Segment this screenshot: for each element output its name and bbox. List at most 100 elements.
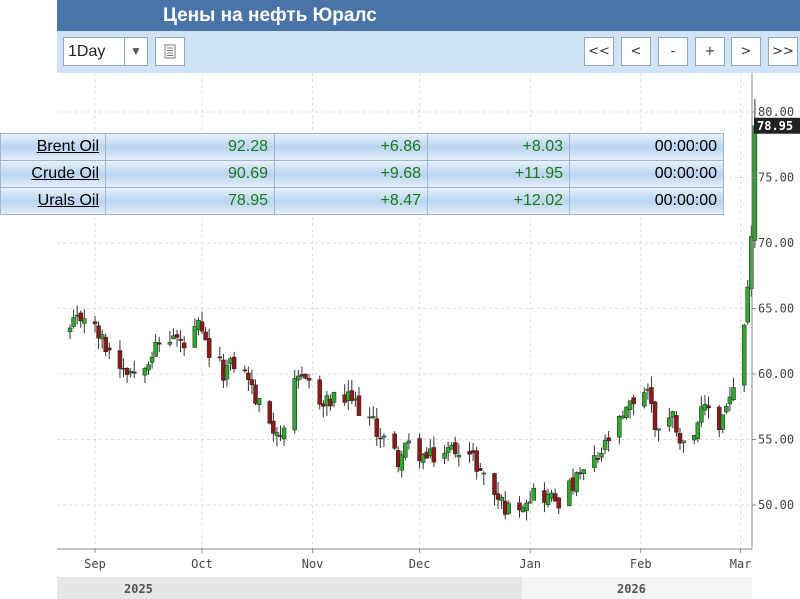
candle-up	[442, 452, 447, 459]
candle-down	[181, 342, 187, 349]
table-icon	[164, 44, 176, 59]
quote-change-pct: +12.02	[427, 187, 570, 215]
candle-down	[374, 418, 380, 437]
candle-up	[331, 391, 337, 403]
quote-price: 78.95	[105, 187, 275, 215]
quote-link-crude[interactable]: Crude Oil	[31, 165, 99, 182]
x-tick-label: Oct	[191, 557, 213, 571]
candle-up	[574, 472, 579, 493]
candle-down	[652, 401, 658, 431]
candle-up	[146, 364, 151, 371]
data-table-button[interactable]	[155, 37, 185, 66]
candle-down	[492, 473, 497, 495]
candle-down	[92, 321, 98, 325]
y-tick-label: 65.00	[758, 302, 794, 316]
candle-up	[731, 387, 736, 401]
candle-up	[667, 417, 672, 427]
candle-up	[167, 341, 173, 345]
scroll-last-button[interactable]: >>	[768, 37, 798, 66]
candle-up	[642, 392, 647, 407]
candle-up	[82, 318, 87, 324]
scroll-first-button[interactable]: <<	[584, 37, 614, 66]
candle-down	[242, 369, 248, 372]
candle-up	[581, 469, 586, 474]
candle-down	[595, 458, 601, 460]
candle-up	[292, 378, 298, 431]
candle-down	[156, 342, 162, 345]
candle-up	[456, 454, 462, 458]
quotes-table: Brent Oil 92.28 +6.86 +8.03 00:00:00 Cru…	[0, 133, 724, 215]
interval-value: 1Day	[68, 43, 106, 60]
y-tick-label: 60.00	[758, 367, 794, 381]
y-tick-label: 80.00	[758, 105, 794, 119]
candle-down	[706, 405, 711, 409]
quote-change-pct: +11.95	[427, 160, 570, 188]
candle-down	[178, 338, 183, 341]
candle-up	[695, 422, 701, 439]
candle-up	[681, 440, 686, 444]
x-tick-label: Nov	[302, 557, 324, 571]
candle-down	[378, 437, 383, 440]
candle-up	[720, 414, 726, 430]
candle-down	[107, 347, 112, 351]
scroll-back-button[interactable]: <	[621, 37, 651, 66]
candle-up	[745, 286, 751, 323]
chevron-down-icon[interactable]: ▼	[124, 38, 147, 65]
candle-down	[306, 378, 312, 381]
quote-change: +8.47	[274, 187, 428, 215]
x-tick-label: Mar	[730, 557, 752, 571]
candle-down	[674, 415, 679, 433]
quote-link-brent[interactable]: Brent Oil	[37, 138, 99, 155]
zoom-in-button[interactable]: +	[695, 37, 725, 66]
scroll-forward-button[interactable]: >	[731, 37, 761, 66]
candle-up	[406, 440, 412, 444]
quote-time: 00:00:00	[569, 187, 724, 215]
x-tick-label: Sep	[84, 557, 106, 571]
candle-up	[531, 487, 536, 501]
candle-up	[506, 503, 512, 514]
candle-down	[206, 338, 212, 358]
candle-up	[256, 398, 262, 405]
candle-up	[296, 375, 301, 381]
year-label-2025: 2025	[124, 582, 153, 596]
candle-down	[392, 433, 397, 449]
y-tick-label: 55.00	[758, 433, 794, 447]
candle-down	[431, 447, 437, 463]
candle-up	[724, 406, 729, 413]
candle-up	[656, 428, 661, 431]
candle-down	[174, 334, 180, 338]
candle-down	[231, 356, 237, 370]
candle-up	[67, 327, 73, 333]
candle-down	[246, 372, 251, 380]
candle-up	[149, 357, 155, 363]
candle-up	[741, 324, 747, 386]
candle-down	[356, 395, 362, 416]
candle-up	[752, 125, 758, 241]
last-price-tag: 78.95	[754, 117, 800, 134]
zoom-out-button[interactable]: -	[658, 37, 688, 66]
quote-link-urals[interactable]: Urals Oil	[38, 192, 99, 209]
candle-up	[499, 497, 504, 501]
quote-time: 00:00:00	[569, 133, 724, 161]
year-label-2026: 2026	[617, 582, 646, 596]
y-tick-label: 75.00	[758, 171, 794, 185]
x-tick-label: Dec	[409, 557, 431, 571]
candle-down	[606, 437, 611, 442]
candle-up	[224, 365, 230, 380]
candle-down	[631, 397, 636, 405]
candle-down	[199, 321, 205, 332]
table-row[interactable]: Brent Oil 92.28 +6.86 +8.03 00:00:00	[0, 133, 724, 161]
x-tick-label: Feb	[630, 557, 652, 571]
title-bar: Цены на нефть Юралс	[57, 0, 800, 31]
candle-up	[71, 317, 76, 327]
candle-down	[649, 387, 654, 404]
y-tick-label: 50.00	[758, 498, 794, 512]
table-row[interactable]: Urals Oil 78.95 +8.47 +12.02 00:00:00	[0, 187, 724, 215]
candle-up	[381, 435, 387, 438]
table-row[interactable]: Crude Oil 90.69 +9.68 +11.95 00:00:00	[0, 160, 724, 188]
candle-down	[317, 379, 322, 405]
candle-up	[370, 416, 376, 418]
quote-price: 90.69	[105, 160, 275, 188]
interval-select[interactable]: 1Day ▼	[63, 37, 148, 66]
candle-down	[477, 468, 483, 471]
